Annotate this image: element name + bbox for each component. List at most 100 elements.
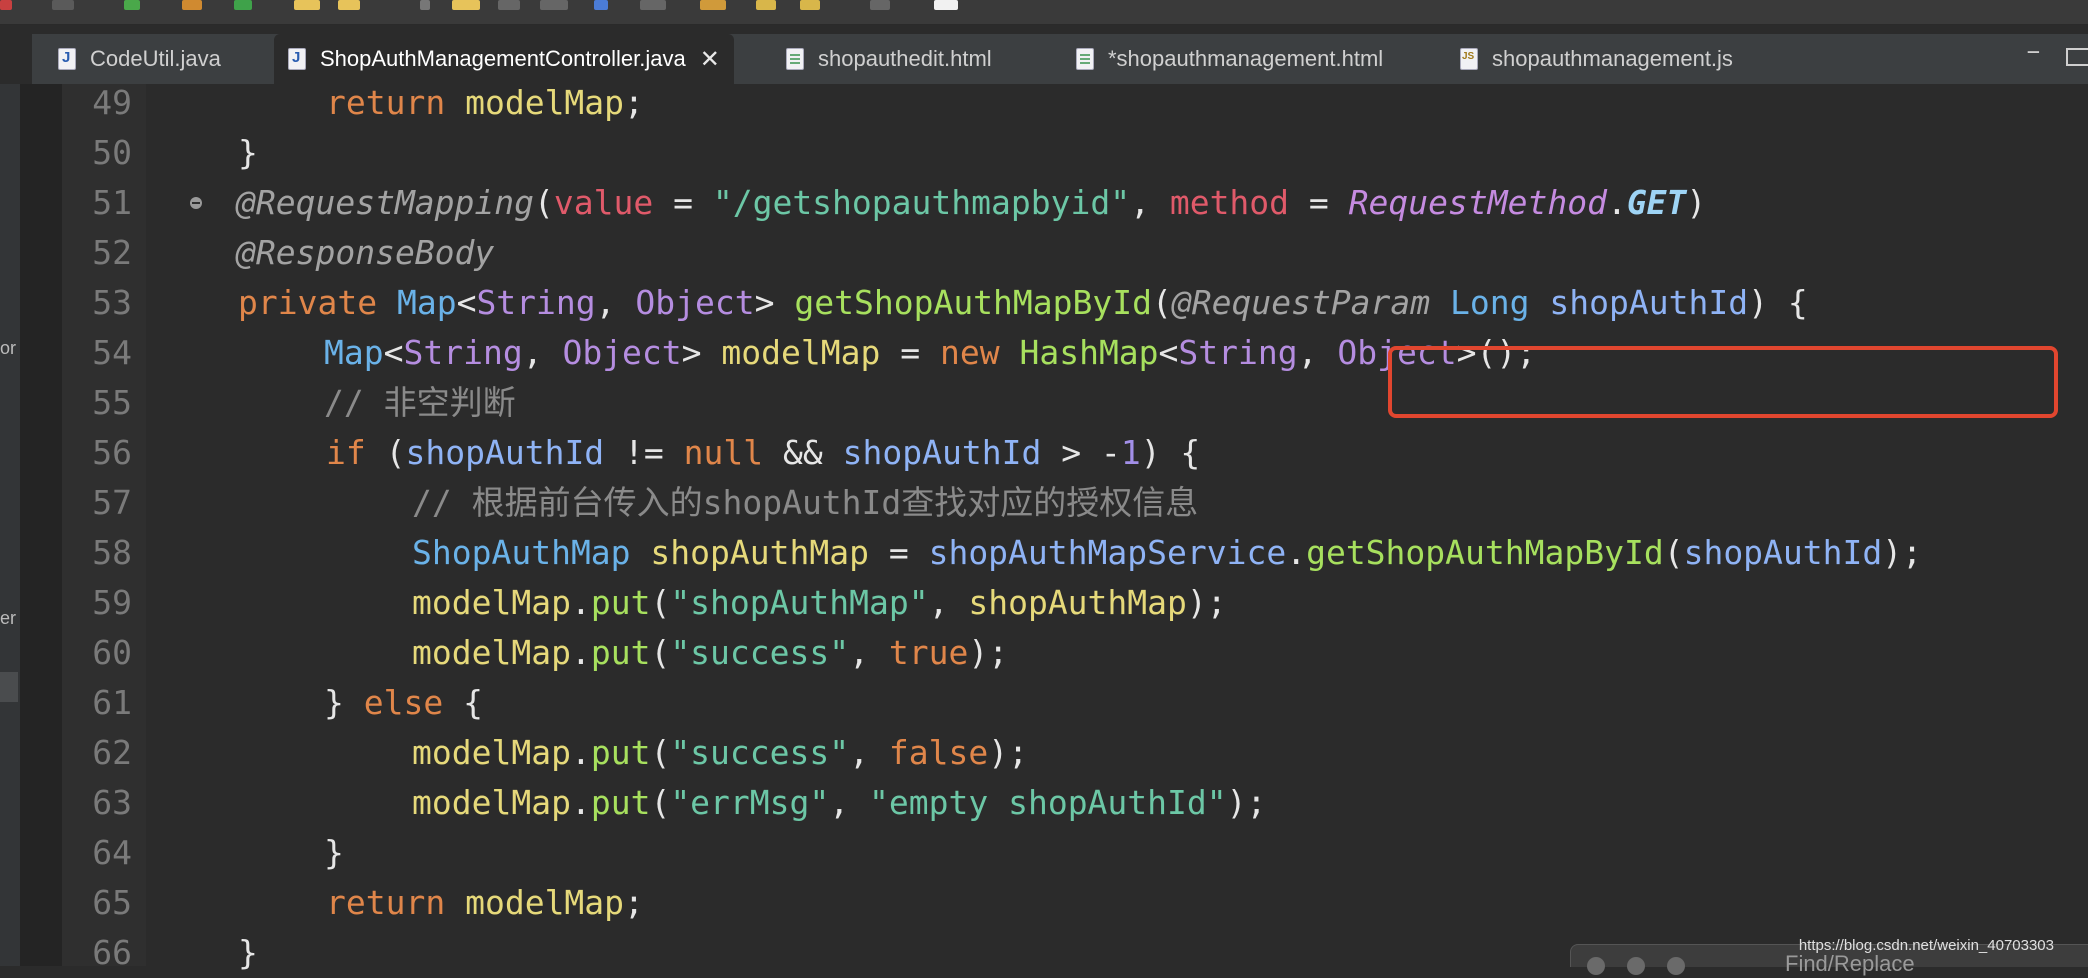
- code-line[interactable]: private Map<String, Object> getShopAuthM…: [238, 278, 1808, 328]
- identifier: modelMap: [412, 733, 571, 772]
- close-window-icon[interactable]: [1587, 957, 1605, 975]
- punct: ;: [624, 83, 644, 122]
- back-icon[interactable]: [756, 0, 776, 10]
- brace: }: [324, 683, 364, 722]
- keyword: else: [363, 683, 444, 722]
- close-tab-icon[interactable]: ✕: [700, 45, 720, 74]
- html-file-icon: [786, 48, 804, 70]
- code-line[interactable]: modelMap.put("success", false);: [412, 728, 1028, 778]
- enum-constant: GET: [1626, 183, 1687, 222]
- tab-shopauthmanagement-js[interactable]: shopauthmanagement.js: [1448, 34, 1745, 84]
- save-icon[interactable]: [52, 0, 74, 10]
- line-number: 62: [92, 733, 132, 772]
- maximize-icon[interactable]: [2066, 48, 2088, 66]
- code-line[interactable]: return modelMap;: [326, 878, 644, 928]
- tab-codeutil-java[interactable]: CodeUtil.java: [46, 34, 233, 84]
- code-line[interactable]: }: [238, 928, 258, 978]
- punct: <: [383, 333, 404, 372]
- minimize-window-icon[interactable]: [1627, 957, 1645, 975]
- type: ShopAuthMap: [412, 533, 631, 572]
- edit-icon[interactable]: [452, 0, 480, 10]
- code-line[interactable]: if (shopAuthId != null && shopAuthId > -…: [326, 428, 1200, 478]
- keyword: new: [939, 333, 1000, 372]
- punct: .: [1606, 183, 1627, 222]
- punct: =: [653, 183, 713, 222]
- line-number: 61: [92, 683, 132, 722]
- identifier: modelMap: [412, 583, 571, 622]
- hierarchy-icon[interactable]: [640, 0, 666, 10]
- zoom-window-icon[interactable]: [1667, 957, 1685, 975]
- line-number: 64: [92, 833, 132, 872]
- identifier: modelMap: [465, 83, 625, 122]
- code-line[interactable]: }: [238, 128, 258, 178]
- punct: (: [650, 733, 671, 772]
- code-line[interactable]: ShopAuthMap shopAuthMap = shopAuthMapSer…: [412, 528, 1922, 578]
- main-toolbar: [0, 0, 2088, 25]
- search-icon[interactable]: [338, 0, 360, 10]
- tab-shopauthmanagementcontroller-java[interactable]: ShopAuthManagementController.java ✕: [274, 34, 734, 84]
- punct: <: [456, 283, 477, 322]
- nav-arrow-icon[interactable]: [870, 0, 890, 10]
- outline-icon[interactable]: [498, 0, 520, 10]
- line-number: 58: [92, 533, 132, 572]
- line-number: 57: [92, 483, 132, 522]
- tab-shopauthmanagement-html[interactable]: *shopauthmanagement.html: [1064, 34, 1395, 84]
- debug-icon[interactable]: [124, 0, 140, 10]
- open-folder-icon[interactable]: [294, 0, 320, 10]
- code-line[interactable]: Map<String, Object> modelMap = new HashM…: [324, 328, 1536, 378]
- annotation-key: method: [1169, 183, 1290, 222]
- code-line[interactable]: }: [324, 828, 344, 878]
- minimize-icon[interactable]: −: [2027, 40, 2040, 65]
- annotation-icon[interactable]: [594, 0, 608, 10]
- tab-label: *shopauthmanagement.html: [1108, 46, 1384, 71]
- keyword: false: [888, 733, 989, 772]
- code-line[interactable]: modelMap.put("shopAuthMap", shopAuthMap)…: [412, 578, 1227, 628]
- code-line[interactable]: modelMap.put("errMsg", "empty shopAuthId…: [412, 778, 1266, 828]
- punct: ,: [1130, 183, 1170, 222]
- dropdown-icon[interactable]: [420, 0, 430, 10]
- punct: (: [1663, 533, 1684, 572]
- identifier: shopAuthId: [405, 433, 605, 472]
- run-icon[interactable]: [234, 0, 252, 10]
- annotation: @RequestMapping: [236, 183, 535, 222]
- identifier: shopAuthId: [1683, 533, 1883, 572]
- annotation: @RequestParam: [1171, 283, 1431, 322]
- punct: .: [570, 583, 591, 622]
- type: HashMap: [1019, 333, 1159, 372]
- punct: );: [1186, 583, 1227, 622]
- code-line[interactable]: return modelMap;: [326, 78, 644, 128]
- keyword: private: [238, 283, 378, 322]
- code-comment[interactable]: // 根据前台传入的shopAuthId查找对应的授权信息: [412, 478, 1198, 528]
- tab-label: shopauthedit.html: [818, 46, 992, 71]
- code-line[interactable]: @RequestMapping(value = "/getshopauthmap…: [236, 178, 1706, 228]
- brace: }: [238, 133, 258, 172]
- code-line[interactable]: modelMap.put("success", true);: [412, 628, 1008, 678]
- punct: (: [1152, 283, 1172, 322]
- code-line[interactable]: } else {: [324, 678, 483, 728]
- forward-icon[interactable]: [800, 0, 820, 10]
- tab-shopauthedit-html[interactable]: shopauthedit.html: [774, 34, 1004, 84]
- type: Map: [396, 283, 457, 322]
- next-annotation-icon[interactable]: [700, 0, 726, 10]
- punct: ): [1748, 283, 1768, 322]
- generic-type: Object: [562, 333, 682, 372]
- line-number: 49: [92, 83, 132, 122]
- string-literal: "success": [670, 633, 850, 672]
- new-window-icon[interactable]: [934, 0, 958, 10]
- java-file-icon: [58, 48, 76, 70]
- punct: =: [880, 333, 940, 372]
- stop-icon[interactable]: [0, 0, 12, 10]
- code-editor[interactable]: return modelMap; } @RequestMapping(value…: [146, 83, 2088, 972]
- punct: );: [988, 733, 1028, 772]
- task-icon[interactable]: [540, 0, 568, 10]
- panel-text-fragment: or: [0, 338, 17, 358]
- identifier: shopAuthMap: [650, 533, 869, 572]
- line-number: 66: [92, 933, 132, 972]
- string-literal: "/getshopauthmapbyid": [712, 183, 1131, 222]
- line-number: 50: [92, 133, 132, 172]
- build-icon[interactable]: [182, 0, 202, 10]
- punct: >: [681, 333, 722, 372]
- code-comment[interactable]: // 非空判断: [324, 378, 516, 428]
- code-line[interactable]: @ResponseBody: [236, 228, 494, 278]
- side-panel-edge[interactable]: or er: [0, 84, 20, 966]
